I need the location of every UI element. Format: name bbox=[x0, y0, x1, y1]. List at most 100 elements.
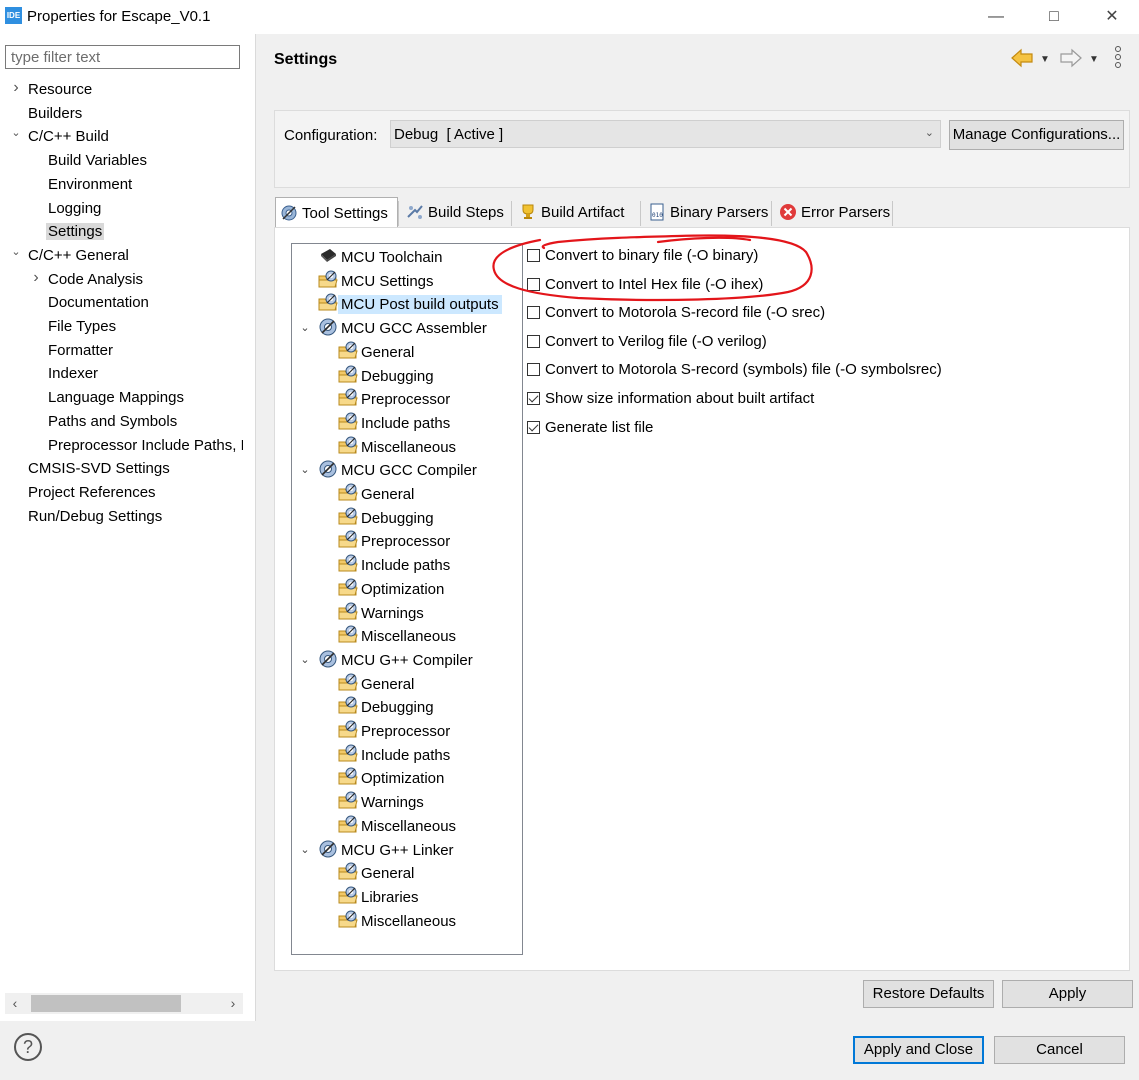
nav-item[interactable]: Build Variables bbox=[48, 150, 147, 172]
tab-build-artifact[interactable]: Build Artifact bbox=[515, 197, 628, 228]
tool-tree-item[interactable]: Preprocessor bbox=[338, 720, 450, 742]
checkbox[interactable] bbox=[527, 392, 540, 405]
forward-button[interactable] bbox=[1059, 48, 1083, 74]
tool-tree-item[interactable]: Preprocessor bbox=[338, 388, 450, 410]
apply-button[interactable]: Apply bbox=[1002, 980, 1133, 1008]
tool-tree-item[interactable]: Optimization bbox=[338, 578, 444, 600]
tool-tree-item[interactable]: Miscellaneous bbox=[338, 436, 456, 458]
tab-binary-parsers[interactable]: 010 Binary Parsers bbox=[644, 197, 772, 228]
tab-divider bbox=[511, 201, 512, 226]
view-menu-button[interactable] bbox=[1113, 44, 1123, 70]
nav-item[interactable]: CMSIS-SVD Settings bbox=[28, 458, 170, 480]
nav-item[interactable]: Formatter bbox=[48, 340, 113, 362]
nav-horizontal-scrollbar[interactable]: ‹ › bbox=[5, 993, 243, 1014]
tool-tree-item[interactable]: Optimization bbox=[338, 767, 444, 789]
chevron-down-icon[interactable]: ⌄ bbox=[298, 459, 312, 481]
nav-item[interactable]: Paths and Symbols bbox=[48, 411, 177, 433]
tool-tree-item[interactable]: Debugging bbox=[338, 365, 434, 387]
tab-tool-settings[interactable]: Tool Settings bbox=[275, 197, 398, 228]
tab-divider bbox=[892, 201, 893, 226]
tool-tree-item[interactable]: Debugging bbox=[338, 507, 434, 529]
tool-tree-item[interactable]: Miscellaneous bbox=[338, 625, 456, 647]
folder-gear-icon bbox=[338, 910, 358, 928]
tool-tree-item[interactable]: General bbox=[338, 483, 414, 505]
chevron-down-icon[interactable]: ⌄ bbox=[10, 126, 22, 148]
tool-tree-item[interactable]: MCU Post build outputs bbox=[318, 293, 502, 315]
nav-item[interactable]: Resource bbox=[28, 79, 92, 101]
nav-item[interactable]: Environment bbox=[48, 174, 132, 196]
tool-tree-item[interactable]: MCU GCC Assembler bbox=[318, 317, 487, 339]
tool-tree-item[interactable]: MCU GCC Compiler bbox=[318, 459, 477, 481]
nav-item[interactable]: Builders bbox=[28, 103, 82, 125]
tool-tree-item[interactable]: Preprocessor bbox=[338, 530, 450, 552]
tool-tree-item[interactable]: Debugging bbox=[338, 696, 434, 718]
chevron-right-icon[interactable]: › bbox=[10, 79, 22, 101]
checkbox[interactable] bbox=[527, 420, 540, 434]
tool-tree-item[interactable]: Warnings bbox=[338, 602, 424, 624]
tab-error-parsers[interactable]: Error Parsers bbox=[775, 197, 894, 228]
scroll-thumb[interactable] bbox=[31, 995, 181, 1012]
nav-item[interactable]: C/C++ General bbox=[28, 245, 129, 267]
tool-tree-item[interactable]: MCU Settings bbox=[318, 270, 434, 292]
forward-dropdown-icon[interactable]: ▼ bbox=[1089, 54, 1099, 65]
nav-item[interactable]: Preprocessor Include Paths, M bbox=[48, 435, 243, 457]
restore-defaults-button[interactable]: Restore Defaults bbox=[863, 980, 994, 1008]
chevron-down-icon[interactable]: ⌄ bbox=[298, 839, 312, 861]
tool-tree-item[interactable]: Include paths bbox=[338, 554, 450, 576]
chevron-down-icon[interactable]: ⌄ bbox=[298, 649, 312, 671]
apply-and-close-button[interactable]: Apply and Close bbox=[853, 1036, 984, 1064]
help-icon[interactable]: ? bbox=[14, 1033, 42, 1061]
folder-gear-icon bbox=[338, 554, 358, 572]
tool-tree-item[interactable]: MCU Toolchain bbox=[318, 246, 442, 268]
checkbox[interactable] bbox=[527, 363, 540, 377]
folder-gear-icon bbox=[338, 530, 358, 548]
scroll-right-icon[interactable]: › bbox=[223, 993, 243, 1014]
tab-build-steps[interactable]: Build Steps bbox=[402, 197, 508, 228]
nav-item[interactable]: Indexer bbox=[48, 363, 98, 385]
nav-item[interactable]: Documentation bbox=[48, 292, 149, 314]
checkbox[interactable] bbox=[527, 334, 540, 348]
tool-tree-item-label: Libraries bbox=[361, 888, 419, 906]
tool-tree-item[interactable]: MCU G++ Compiler bbox=[318, 649, 473, 671]
nav-item[interactable]: Language Mappings bbox=[48, 387, 184, 409]
back-button[interactable] bbox=[1010, 48, 1034, 74]
tool-tree-item[interactable]: Miscellaneous bbox=[338, 910, 456, 932]
chevron-down-icon[interactable]: ⌄ bbox=[298, 317, 312, 339]
tool-tree-item[interactable]: Include paths bbox=[338, 412, 450, 434]
chevron-right-icon[interactable]: › bbox=[30, 269, 42, 291]
option-checkbox-row[interactable]: Convert to Verilog file (-O verilog) bbox=[527, 331, 767, 353]
tool-tree-item[interactable]: Include paths bbox=[338, 744, 450, 766]
app-icon: IDE bbox=[5, 7, 22, 24]
option-checkbox-row[interactable]: Convert to Motorola S-record (symbols) f… bbox=[527, 359, 942, 381]
folder-gear-icon bbox=[318, 293, 338, 311]
nav-item[interactable]: Project References bbox=[28, 482, 156, 504]
tool-tree-item[interactable]: MCU G++ Linker bbox=[318, 839, 454, 861]
tool-tree-item[interactable]: Miscellaneous bbox=[338, 815, 456, 837]
option-checkbox-row[interactable]: Generate list file bbox=[527, 417, 653, 439]
maximize-button[interactable]: □ bbox=[1031, 4, 1077, 30]
configuration-select[interactable]: Debug [ Active ] ⌄ bbox=[390, 120, 941, 148]
tool-tree-item[interactable]: Warnings bbox=[338, 791, 424, 813]
chevron-down-icon[interactable]: ⌄ bbox=[10, 245, 22, 267]
tool-tree-item[interactable]: General bbox=[338, 862, 414, 884]
nav-item[interactable]: Logging bbox=[48, 198, 101, 220]
nav-item[interactable]: Settings bbox=[46, 221, 105, 243]
back-dropdown-icon[interactable]: ▼ bbox=[1040, 54, 1050, 65]
checkbox[interactable] bbox=[527, 306, 540, 320]
minimize-button[interactable]: — bbox=[973, 4, 1019, 30]
scroll-left-icon[interactable]: ‹ bbox=[5, 993, 25, 1014]
close-icon: ✕ bbox=[1105, 8, 1119, 25]
manage-configurations-button[interactable]: Manage Configurations... bbox=[949, 120, 1124, 150]
nav-item[interactable]: C/C++ Build bbox=[28, 126, 109, 148]
tool-tree-item[interactable]: General bbox=[338, 673, 414, 695]
nav-item[interactable]: File Types bbox=[48, 316, 116, 338]
close-button[interactable]: ✕ bbox=[1089, 4, 1135, 30]
tool-tree-item[interactable]: Libraries bbox=[338, 886, 419, 908]
filter-input[interactable] bbox=[5, 45, 240, 69]
nav-item-label: C/C++ General bbox=[28, 246, 129, 264]
nav-item[interactable]: Code Analysis bbox=[48, 269, 143, 291]
cancel-button[interactable]: Cancel bbox=[994, 1036, 1125, 1064]
option-checkbox-row[interactable]: Show size information about built artifa… bbox=[527, 388, 814, 410]
nav-item[interactable]: Run/Debug Settings bbox=[28, 506, 162, 528]
tool-tree-item[interactable]: General bbox=[338, 341, 414, 363]
